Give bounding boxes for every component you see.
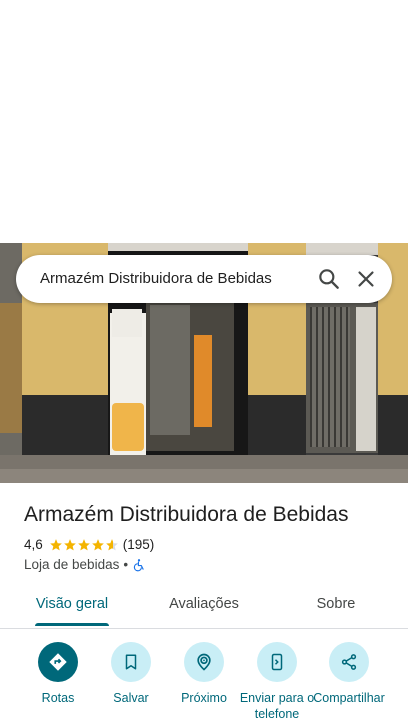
- separator: •: [123, 557, 129, 572]
- share-button[interactable]: Compartilhar: [310, 640, 388, 706]
- review-count: (195): [122, 537, 155, 552]
- directions-label: Rotas: [41, 691, 75, 705]
- directions-button[interactable]: Rotas: [19, 640, 97, 706]
- tab-overview[interactable]: Visão geral: [24, 586, 120, 626]
- save-button[interactable]: Salvar: [92, 640, 170, 706]
- place-category: Loja de bebidas: [24, 557, 120, 572]
- star-icon: [63, 539, 76, 551]
- star-icon: [49, 539, 62, 551]
- crazy-sign: [112, 403, 144, 451]
- tab-bar: Visão geral Avaliações Sobre: [0, 586, 408, 629]
- search-query[interactable]: Armazém Distribuidora de Bebidas: [40, 269, 290, 289]
- nearby-button[interactable]: Próximo: [165, 640, 243, 706]
- map-blank-area: [0, 0, 408, 243]
- save-label: Salvar: [113, 691, 149, 705]
- action-bar: Rotas Salvar Próximo Enviar para o telef…: [0, 640, 408, 726]
- nearby-icon: [197, 653, 211, 671]
- share-icon: [341, 654, 357, 670]
- close-icon[interactable]: [353, 266, 379, 292]
- bookmark-icon: [125, 654, 137, 670]
- star-half-icon: [105, 539, 118, 551]
- search-icon[interactable]: [316, 266, 342, 292]
- share-label: Compartilhar: [313, 691, 385, 705]
- send-to-phone-button[interactable]: Enviar para o telefone: [238, 640, 316, 722]
- tab-reviews[interactable]: Avaliações: [156, 586, 252, 626]
- directions-icon: [49, 653, 67, 671]
- tab-indicator: [35, 623, 109, 626]
- search-bar[interactable]: Armazém Distribuidora de Bebidas: [16, 255, 392, 303]
- rating-row[interactable]: 4,6 (195): [24, 536, 154, 554]
- send-to-phone-icon: [271, 653, 283, 671]
- nearby-label: Próximo: [181, 691, 227, 705]
- tab-about[interactable]: Sobre: [300, 586, 372, 626]
- place-title: Armazém Distribuidora de Bebidas: [24, 503, 349, 526]
- wheelchair-icon: [133, 559, 144, 572]
- send-to-phone-label: Enviar para o telefone: [239, 691, 315, 721]
- category-row: Loja de bebidas •: [24, 556, 146, 574]
- star-icon: [91, 539, 104, 551]
- rating-value: 4,6: [24, 537, 43, 552]
- star-rating: [49, 538, 119, 552]
- star-icon: [77, 539, 90, 551]
